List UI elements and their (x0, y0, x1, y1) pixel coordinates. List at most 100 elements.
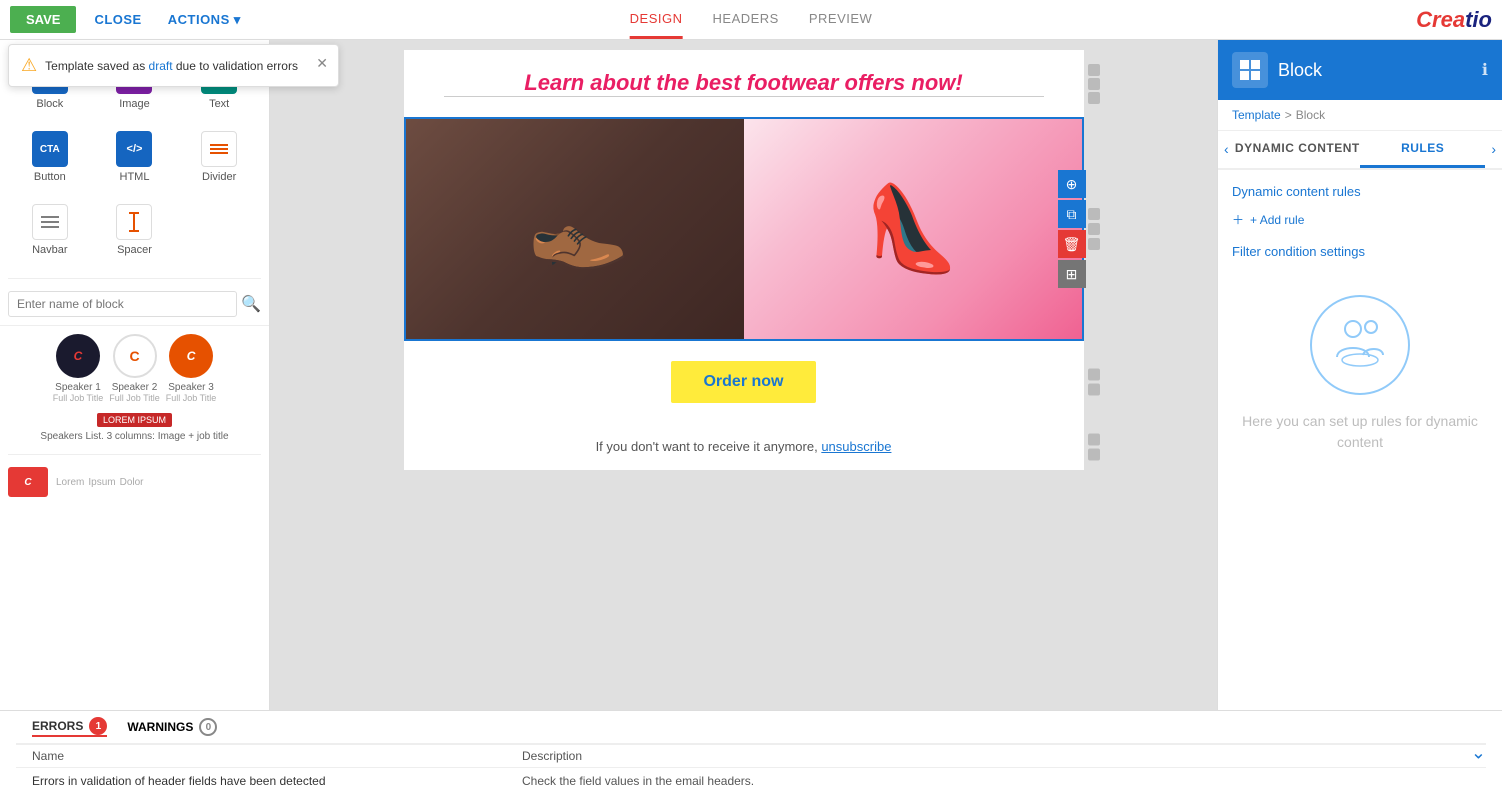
left-sidebar: Block Image T Text CTA Button (0, 40, 270, 710)
sidebar-item-html[interactable]: </> HTML (93, 121, 177, 193)
placeholder-text: Here you can set up rules for dynamic co… (1242, 411, 1478, 453)
section-ctrl-dot[interactable] (1088, 384, 1100, 396)
section-ctrl-dot[interactable] (1088, 433, 1100, 445)
breadcrumb-parent[interactable]: Template (1232, 108, 1281, 122)
button-icon: CTA (32, 131, 68, 167)
tab-headers[interactable]: HEADERS (713, 1, 779, 39)
footer-col-label-2: Ipsum (88, 477, 115, 488)
actions-label: ACTIONS (168, 12, 230, 27)
sidebar-item-label: Text (209, 98, 229, 110)
search-input[interactable] (8, 291, 237, 317)
speaker-2[interactable]: C Speaker 2 Full Job Title (109, 334, 160, 403)
draft-link[interactable]: draft (149, 59, 173, 73)
people-icon (1333, 313, 1388, 378)
right-panel: Block ℹ Template > Block ‹ DYNAMIC CONTE… (1217, 40, 1502, 710)
error-table-header: Name Description (16, 744, 1486, 767)
actions-button[interactable]: ACTIONS ▾ (160, 6, 249, 34)
errors-label: ERRORS (32, 719, 83, 733)
panel-tabs: ‹ DYNAMIC CONTENT RULES › (1218, 131, 1502, 170)
errors-tab[interactable]: ERRORS 1 (32, 717, 107, 737)
panel-content: Dynamic content rules ＋ + Add rule Filte… (1218, 170, 1502, 710)
speaker-1-name: Speaker 1 (55, 382, 101, 393)
shoe-left-image[interactable] (406, 119, 744, 339)
speaker-1[interactable]: C Speaker 1 Full Job Title (53, 334, 104, 403)
email-container: Learn about the best footwear offers now… (404, 50, 1084, 470)
speaker-1-sub: Full Job Title (53, 393, 104, 403)
section-ctrl-dot[interactable] (1088, 238, 1100, 250)
save-button[interactable]: SAVE (10, 6, 76, 33)
sidebar-item-label: Image (119, 98, 150, 110)
speaker-grid: C Speaker 1 Full Job Title C Speaker 2 F… (8, 334, 261, 403)
warnings-badge: 0 (199, 718, 217, 736)
speaker-3-sub: Full Job Title (166, 393, 217, 403)
info-icon[interactable]: ℹ (1482, 60, 1488, 80)
email-cta-section: Order now (404, 341, 1084, 423)
name-column-header: Name (16, 745, 506, 767)
filter-condition-title: Filter condition settings (1232, 244, 1488, 259)
tab-preview[interactable]: PREVIEW (809, 1, 872, 39)
search-block: 🔍 (0, 283, 269, 326)
speaker-3[interactable]: C Speaker 3 Full Job Title (166, 334, 217, 403)
section-ctrl-dot[interactable] (1088, 448, 1100, 460)
html-icon: </> (116, 131, 152, 167)
order-now-button[interactable]: Order now (671, 361, 815, 403)
dynamic-rules-title: Dynamic content rules (1232, 184, 1488, 199)
breadcrumb-current: Block (1296, 108, 1325, 122)
section-ctrl-dot[interactable] (1088, 223, 1100, 235)
settings-image-button[interactable]: ⊞ (1058, 260, 1086, 288)
tab-dynamic-content[interactable]: DYNAMIC CONTENT (1235, 131, 1360, 168)
copy-image-button[interactable]: ⧉ (1058, 200, 1086, 228)
divider-icon (201, 131, 237, 167)
speaker-3-avatar: C (169, 334, 213, 378)
tab-design[interactable]: DESIGN (630, 1, 683, 39)
errors-badge: 1 (89, 717, 107, 735)
search-icon[interactable]: 🔍 (241, 294, 261, 314)
sidebar-item-divider[interactable]: Divider (177, 121, 261, 193)
spacer-icon (116, 204, 152, 240)
speaker-block-label: Speakers List. 3 columns: Image + job ti… (8, 431, 261, 442)
sidebar-item-label: Navbar (32, 244, 67, 256)
speaker-2-name: Speaker 2 (112, 382, 158, 393)
description-column-header: Description (506, 745, 598, 767)
panel-tab-left-arrow[interactable]: ‹ (1218, 131, 1235, 168)
breadcrumb-separator: > (1285, 108, 1292, 122)
sidebar-divider-2 (8, 454, 261, 455)
navbar-icon (32, 204, 68, 240)
sidebar-item-button[interactable]: CTA Button (8, 121, 92, 193)
main-layout: Block Image T Text CTA Button (0, 40, 1502, 710)
email-divider (444, 96, 1044, 97)
error-description: Check the field values in the email head… (506, 768, 770, 794)
footer-col-label-1: Lorem (56, 477, 84, 488)
section-ctrl-dot[interactable] (1088, 92, 1100, 104)
section-ctrl-dot[interactable] (1088, 208, 1100, 220)
email-images-row (404, 117, 1084, 341)
panel-title: Block (1278, 60, 1472, 81)
email-headline: Learn about the best footwear offers now… (424, 70, 1064, 96)
bottom-bar: ERRORS 1 WARNINGS 0 ⌄ Name Description E… (0, 710, 1502, 794)
add-rule-button[interactable]: ＋ + Add rule (1232, 211, 1304, 228)
sidebar-item-navbar[interactable]: Navbar (8, 194, 92, 266)
close-button[interactable]: CLOSE (86, 6, 149, 33)
image-action-bar: ⊕ ⧉ 🗑 ⊞ (1058, 170, 1086, 288)
panel-tab-right-arrow[interactable]: › (1485, 131, 1502, 168)
placeholder-icon-circle (1310, 295, 1410, 395)
sidebar-item-spacer[interactable]: Spacer (93, 194, 177, 266)
footer-text: If you don't want to receive it anymore, (596, 439, 822, 454)
footer-col-label-3: Dolor (120, 477, 144, 488)
close-notification-button[interactable]: ✕ (316, 55, 328, 72)
delete-image-button[interactable]: 🗑 (1058, 230, 1086, 258)
notification-banner: ⚠ Template saved as draft due to validat… (8, 44, 339, 87)
breadcrumb: Template > Block (1218, 100, 1502, 131)
warnings-tab[interactable]: WARNINGS 0 (127, 718, 217, 736)
shoe-right-image[interactable] (744, 119, 1082, 339)
notification-text: Template saved as draft due to validatio… (45, 59, 298, 73)
section-ctrl-dot[interactable] (1088, 64, 1100, 76)
tab-rules[interactable]: RULES (1360, 131, 1485, 168)
plus-icon: ＋ (1232, 211, 1244, 228)
unsubscribe-link[interactable]: unsubscribe (821, 439, 891, 454)
move-image-button[interactable]: ⊕ (1058, 170, 1086, 198)
section-ctrl-dot[interactable] (1088, 78, 1100, 90)
section-ctrl-dot[interactable] (1088, 369, 1100, 381)
expand-errors-button[interactable]: ⌄ (1471, 742, 1486, 763)
top-toolbar: SAVE CLOSE ACTIONS ▾ DESIGN HEADERS PREV… (0, 0, 1502, 40)
